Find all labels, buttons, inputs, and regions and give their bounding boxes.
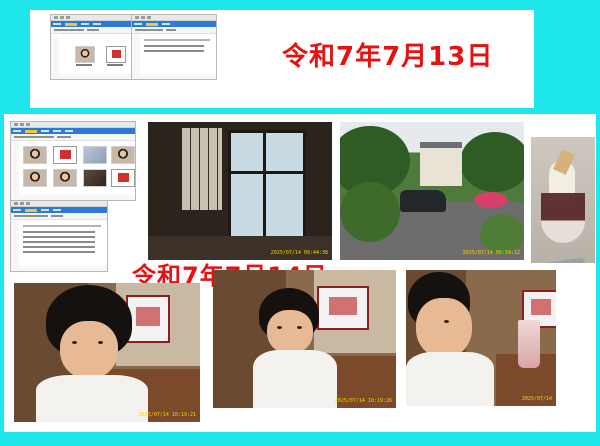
file-row[interactable] — [23, 246, 95, 248]
photo-parfait — [531, 137, 595, 263]
date-heading-day1: 令和7年7月13日 — [282, 42, 494, 72]
thumbnail-caption — [107, 64, 123, 66]
shoji-screen — [182, 128, 222, 210]
house — [420, 142, 462, 186]
photo-thumbnail-icon[interactable] — [53, 146, 77, 164]
file-row[interactable] — [23, 251, 95, 253]
photo-thumbnail-icon[interactable] — [83, 146, 107, 164]
file-row[interactable] — [23, 241, 95, 243]
timestamp: 2025/07/14 — [521, 396, 552, 402]
explorer-window-details — [131, 14, 217, 80]
nav-pane — [51, 35, 59, 74]
explorer-window-details-large — [10, 200, 108, 272]
flower-pot — [474, 192, 508, 208]
file-row[interactable] — [144, 45, 204, 47]
timestamp: 2025/07/14 10:19:21 — [138, 412, 196, 418]
file-row[interactable] — [23, 236, 95, 238]
photo-thumbnail-icon[interactable] — [75, 46, 95, 63]
thumbnail-caption — [76, 64, 92, 66]
address-bar — [11, 134, 135, 141]
shrub — [340, 182, 400, 242]
photo-child-1: 2025/07/14 10:19:21 — [14, 283, 200, 422]
photo-thumbnail-icon[interactable] — [23, 169, 47, 187]
photo-thumbnail-icon[interactable] — [106, 46, 126, 63]
photo-child-2: 2025/07/14 10:19:26 — [213, 270, 396, 408]
nav-pane — [11, 142, 19, 195]
photo-thumbnail-icon[interactable] — [23, 146, 47, 164]
status-bar — [132, 74, 216, 79]
file-row[interactable] — [23, 231, 95, 233]
file-row[interactable] — [144, 50, 204, 52]
tree — [460, 132, 524, 192]
photo-thumbnail-icon[interactable] — [53, 169, 77, 187]
nav-pane — [132, 35, 140, 74]
blank-strip — [480, 414, 570, 428]
parfait-glass — [541, 193, 585, 243]
photo-thumbnail-icon[interactable] — [111, 146, 135, 164]
nav-pane — [11, 221, 19, 266]
car — [400, 190, 446, 212]
shrub — [480, 214, 524, 254]
child — [14, 283, 200, 422]
drink-glass — [518, 320, 540, 368]
window — [228, 130, 306, 246]
photo-room: 2025/07/14 09:44:38 — [148, 122, 332, 260]
day1-panel: 令和7年7月13日 — [30, 10, 534, 108]
photo-thumbnail-icon[interactable] — [83, 169, 107, 187]
timestamp: 2025/07/14 09:54:12 — [462, 250, 520, 256]
address-bar — [11, 213, 107, 220]
column-headers — [144, 39, 210, 41]
photo-garden: 2025/07/14 09:54:12 — [340, 122, 524, 260]
explorer-window-thumbnails-large — [10, 121, 136, 201]
photo-child-3: 2025/07/14 — [406, 270, 556, 406]
child — [213, 270, 396, 408]
status-bar — [11, 266, 107, 271]
address-bar — [132, 27, 216, 34]
photo-thumbnail-icon[interactable] — [111, 169, 135, 187]
timestamp: 2025/07/14 10:19:26 — [334, 398, 392, 404]
column-headers — [23, 225, 101, 227]
spoon — [534, 257, 586, 263]
